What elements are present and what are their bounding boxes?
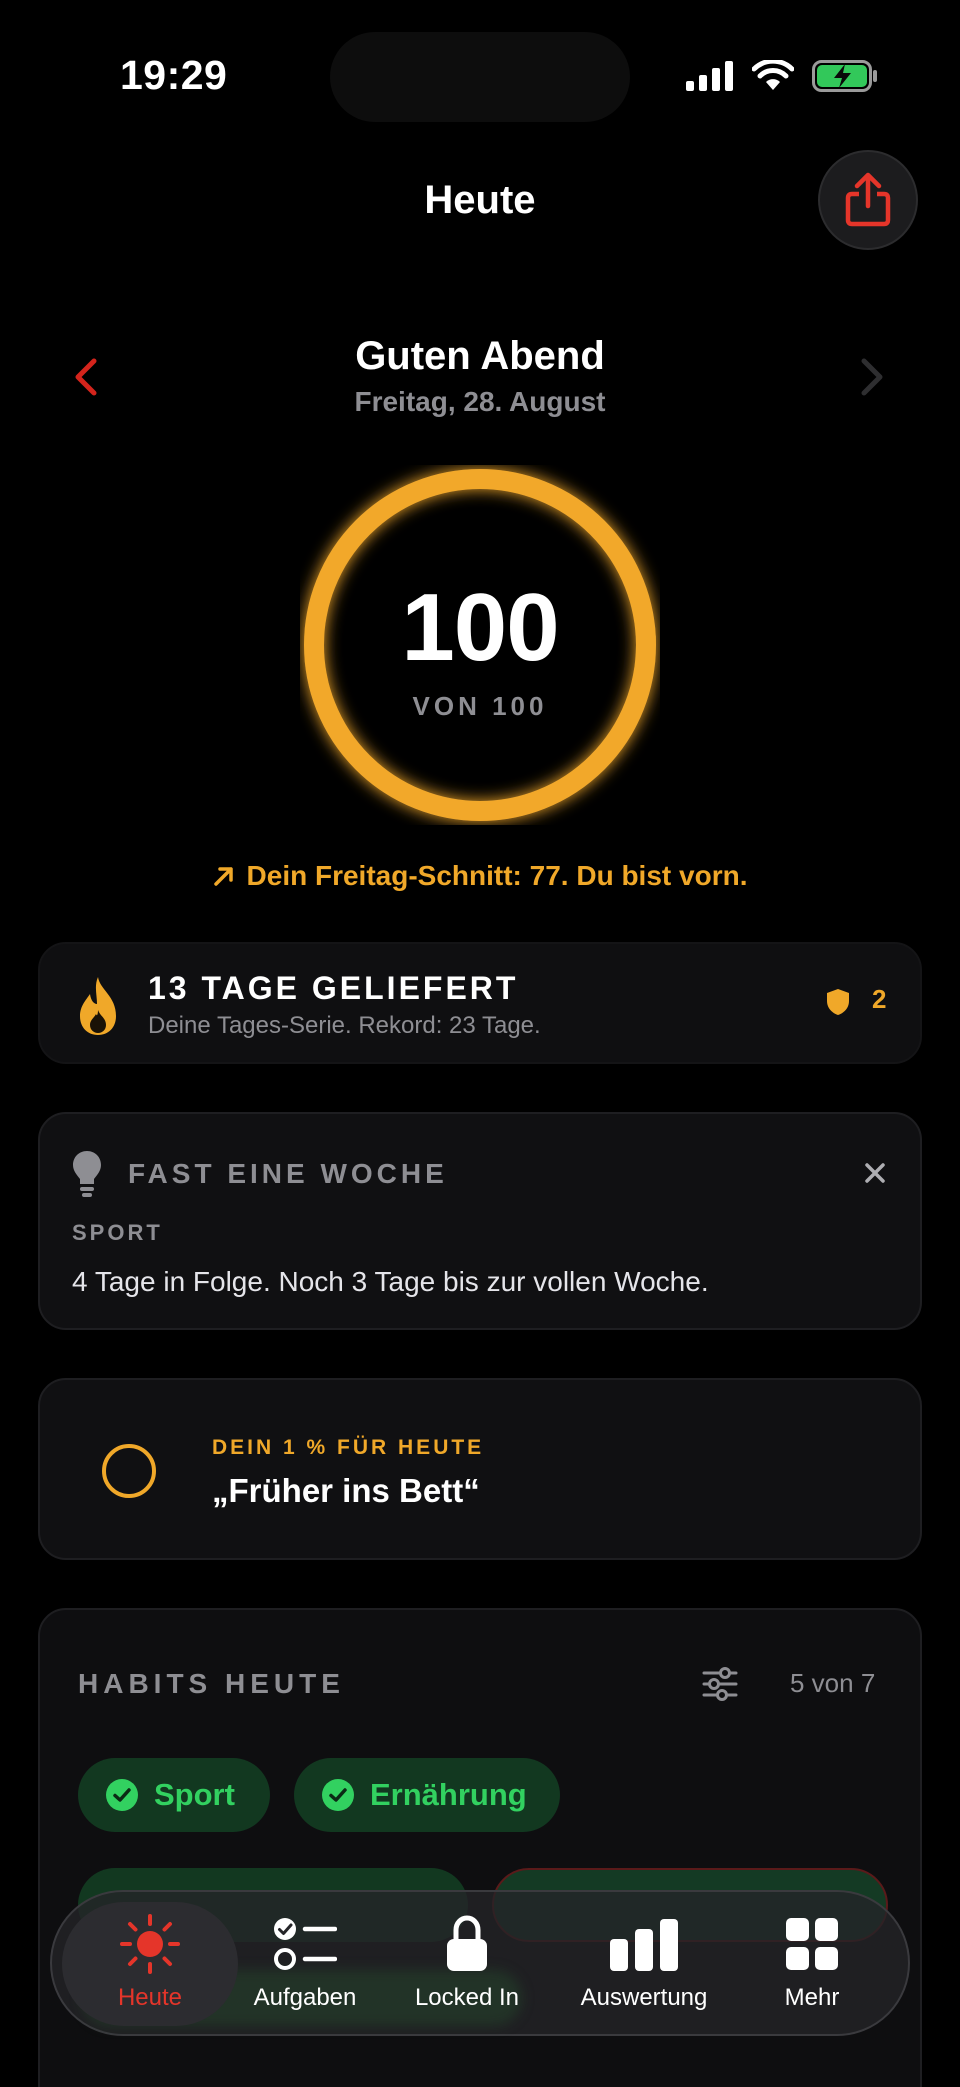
status-bar: 19:29 [0, 0, 960, 150]
greeting-title: Guten Abend [355, 334, 605, 378]
next-day-button[interactable] [852, 352, 892, 402]
score-ring: 100 VON 100 [300, 465, 660, 825]
sun-icon [120, 1914, 180, 1974]
streak-title: 13 TAGE GELIEFERT [148, 970, 519, 1006]
share-icon [845, 172, 891, 227]
grid-icon [786, 1918, 838, 1970]
status-time: 19:29 [120, 52, 228, 98]
daily-focus-card[interactable]: DEIN 1 % FÜR HEUTE „Früher ins Bett“ [38, 1378, 922, 1560]
battery-charging-icon [812, 60, 877, 92]
tip-title: FAST EINE WOCHE [128, 1158, 448, 1189]
habits-count: 5 von 7 [790, 1668, 876, 1698]
dynamic-island [330, 32, 630, 122]
habits-title: HABITS HEUTE [78, 1668, 345, 1699]
focus-label: DEIN 1 % FÜR HEUTE [212, 1436, 485, 1459]
streak-subtitle: Deine Tages-Serie. Rekord: 23 Tage. [148, 1012, 541, 1039]
wifi-icon [752, 60, 794, 90]
tip-card: FAST EINE WOCHE SPORT 4 Tage in Folge. N… [38, 1112, 922, 1330]
close-icon [865, 1163, 885, 1183]
tab-auswertung[interactable]: Auswertung [564, 1914, 724, 2024]
tab-label: Mehr [784, 1984, 840, 2011]
habit-chip-label: Sport [154, 1777, 235, 1812]
habit-chip-label: Ernährung [370, 1777, 527, 1812]
bar-chart-icon [610, 1919, 678, 1971]
tab-label: Auswertung [580, 1984, 708, 2011]
focus-text: „Früher ins Bett“ [212, 1472, 480, 1509]
streak-card[interactable]: 13 TAGE GELIEFERT Deine Tages-Serie. Rek… [38, 942, 922, 1064]
check-circle-icon [106, 1779, 138, 1811]
share-button[interactable] [818, 150, 918, 250]
focus-checkbox[interactable] [102, 1444, 156, 1498]
comparison-text: Dein Freitag-Schnitt: 77. Du bist vorn. [246, 860, 748, 891]
lock-icon [447, 1915, 487, 1971]
flame-icon [80, 977, 116, 1035]
page-title: Heute [424, 178, 536, 222]
tab-label: Locked In [414, 1984, 520, 2011]
arrow-up-right-icon [213, 867, 233, 886]
tab-heute[interactable]: Heute [70, 1914, 230, 2024]
habit-chip-ernaehrung[interactable]: Ernährung [294, 1758, 560, 1832]
tab-bar: Heute Aufgaben Locked In Auswertung Mehr [50, 1890, 910, 2036]
dismiss-tip-button[interactable] [860, 1158, 890, 1188]
status-icons [686, 56, 878, 96]
cellular-signal-icon [686, 61, 733, 91]
score-max-label: VON 100 [412, 691, 548, 721]
tip-category: SPORT [72, 1220, 163, 1245]
habit-chip-sport[interactable]: Sport [78, 1758, 270, 1832]
tab-locked-in[interactable]: Locked In [387, 1914, 547, 2024]
tip-text: 4 Tage in Folge. Noch 3 Tage bis zur vol… [72, 1266, 709, 1297]
chevron-right-icon [861, 358, 883, 396]
checklist-icon [274, 1918, 337, 1970]
tab-label: Aufgaben [253, 1984, 357, 2011]
lightbulb-icon [73, 1151, 101, 1197]
tab-label: Heute [117, 1984, 183, 2011]
streak-freeze-count: 2 [872, 984, 887, 1014]
check-circle-icon [322, 1779, 354, 1811]
sliders-icon[interactable] [700, 1666, 740, 1702]
tab-aufgaben[interactable]: Aufgaben [225, 1914, 385, 2024]
tab-mehr[interactable]: Mehr [732, 1914, 892, 2024]
score-value: 100 [401, 574, 559, 681]
current-date: Freitag, 28. August [354, 386, 606, 417]
weekday-comparison: Dein Freitag-Schnitt: 77. Du bist vorn. [0, 860, 960, 892]
shield-icon [827, 989, 849, 1015]
